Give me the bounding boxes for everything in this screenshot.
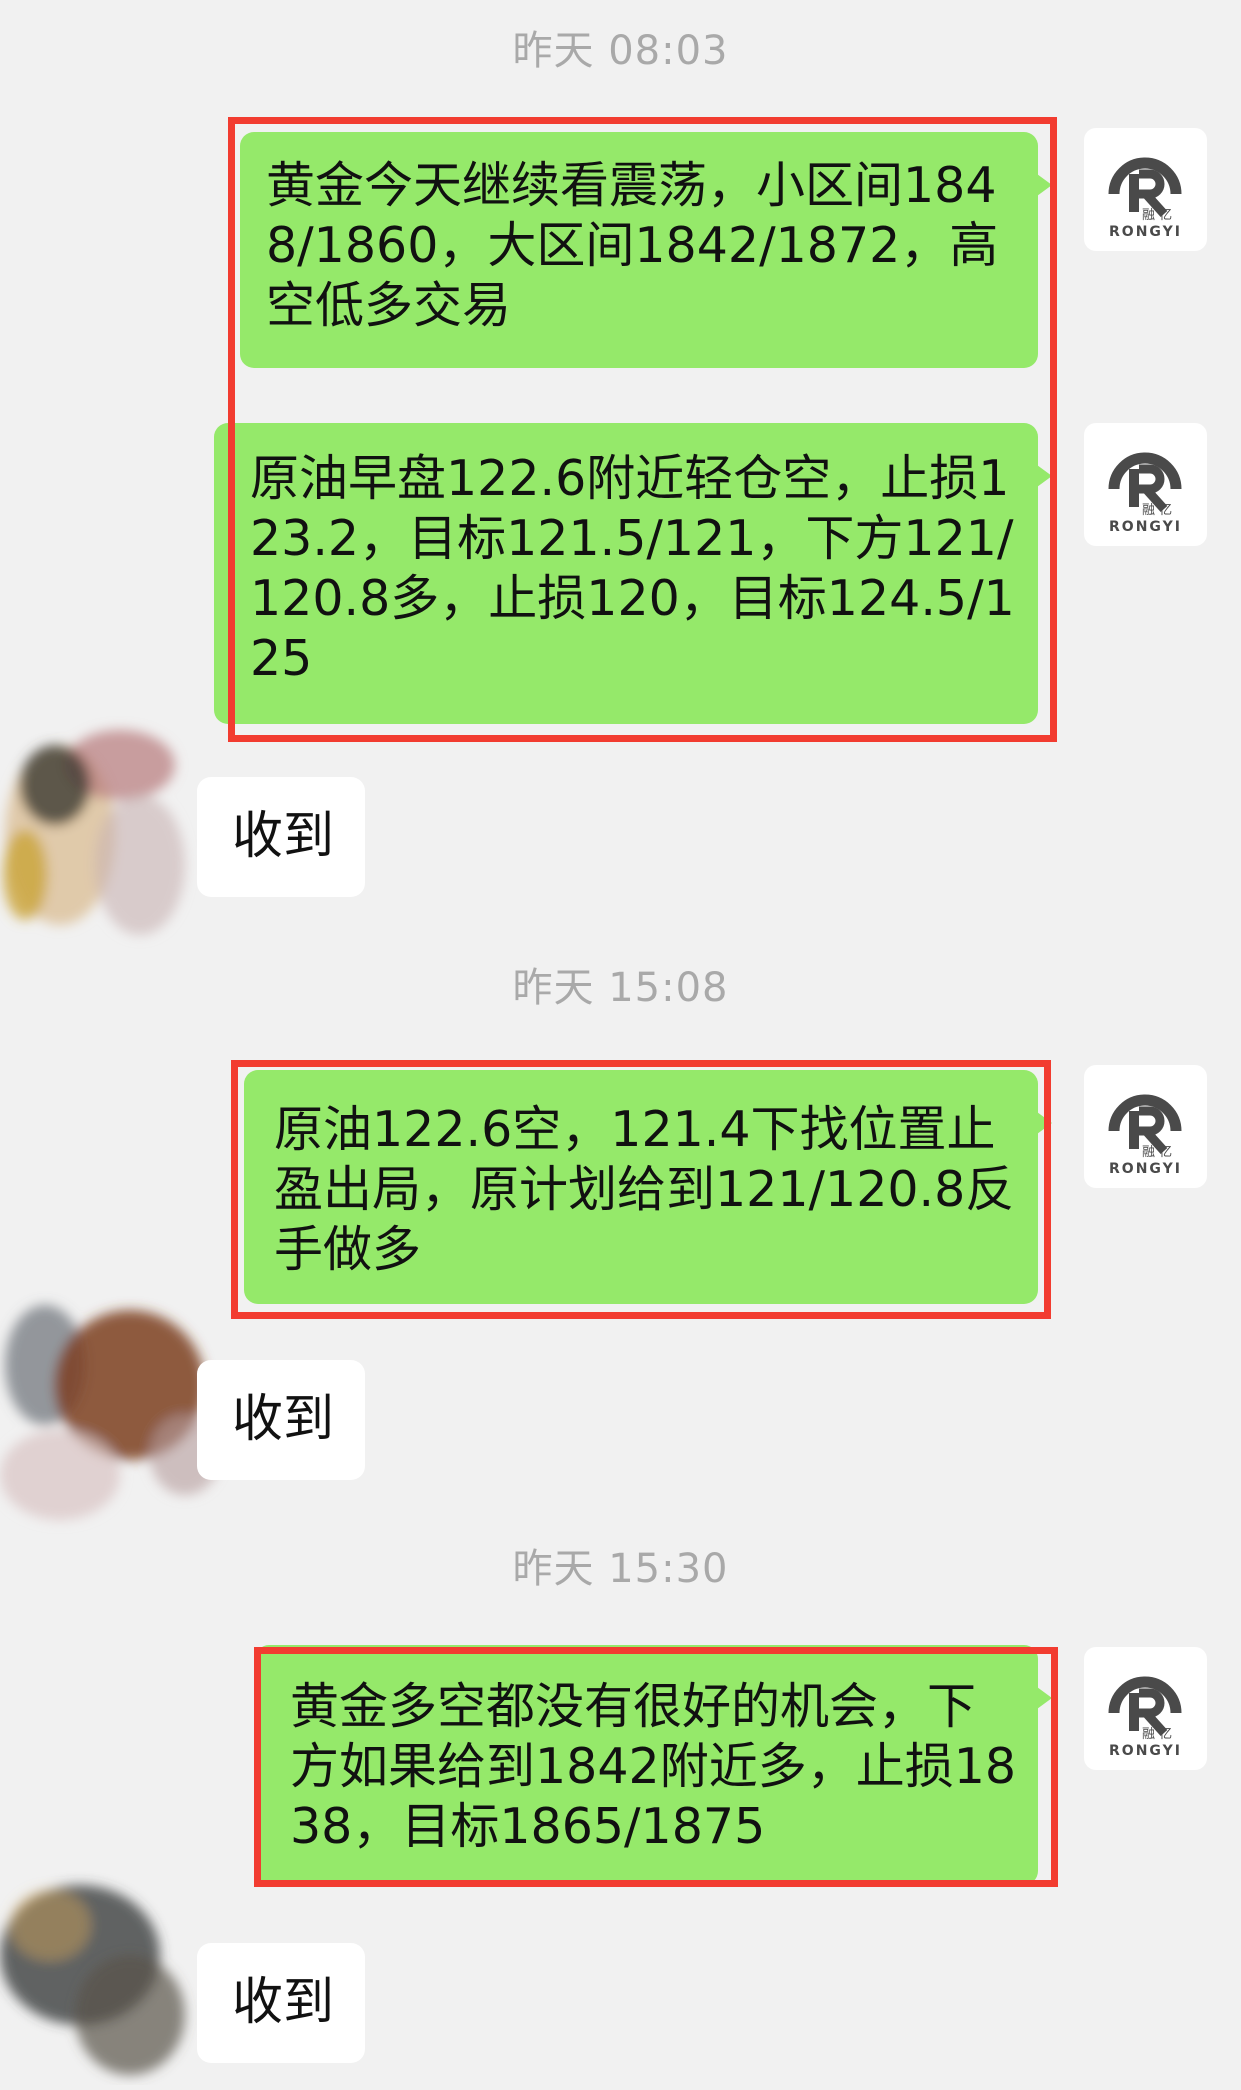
reply-text-1: 收到 — [231, 807, 334, 866]
timestamp-3: 昨天 15:30 — [512, 1546, 729, 1592]
message-text-2: 原油早盘122.6附近轻仓空，止损123.2，目标121.5/121，下方121… — [250, 450, 1015, 687]
sender-avatar-4[interactable]: 融 亿 RONGYI — [1084, 1647, 1207, 1770]
bubble-tail — [1037, 465, 1052, 487]
message-bubble-4[interactable]: 黄金多空都没有很好的机会，下方如果给到1842附近多，止损1838，目标1865… — [255, 1645, 1052, 1885]
reply-bubble-3[interactable]: 收到 — [197, 1943, 365, 2063]
message-text-1: 黄金今天继续看震荡，小区间1848/1860，大区间1842/1872，高空低多… — [266, 157, 999, 334]
svg-text:RONGYI: RONGYI — [1109, 1161, 1182, 1177]
reply-bubble-1[interactable]: 收到 — [197, 777, 365, 897]
svg-text:融 亿: 融 亿 — [1142, 1727, 1172, 1742]
sender-avatar-3[interactable]: 融 亿 RONGYI — [1084, 1065, 1207, 1188]
rongyi-logo-icon: 融 亿 RONGYI — [1108, 157, 1182, 240]
svg-text:融 亿: 融 亿 — [1142, 208, 1172, 223]
contact-avatar-1[interactable] — [0, 705, 200, 965]
bubble-tail — [1037, 1687, 1052, 1709]
svg-text:RONGYI: RONGYI — [1109, 224, 1182, 240]
contact-avatar-3[interactable] — [0, 1865, 200, 2085]
reply-text-3: 收到 — [231, 1973, 334, 2032]
rongyi-logo-icon: 融 亿 RONGYI — [1108, 1094, 1182, 1177]
rongyi-logo-icon: 融 亿 RONGYI — [1108, 1676, 1182, 1759]
svg-text:RONGYI: RONGYI — [1109, 519, 1182, 535]
message-text-3: 原油122.6空，121.4下找位置止盈出局，原计划给到121/120.8反手做… — [274, 1101, 1015, 1278]
message-bubble-2[interactable]: 原油早盘122.6附近轻仓空，止损123.2，目标121.5/121，下方121… — [214, 423, 1052, 724]
bubble-tail — [1037, 1112, 1052, 1134]
rongyi-logo-icon: 融 亿 RONGYI — [1108, 452, 1182, 535]
svg-text:RONGYI: RONGYI — [1109, 1743, 1182, 1759]
contact-avatar-2[interactable] — [0, 1285, 230, 1545]
svg-text:融 亿: 融 亿 — [1142, 1145, 1172, 1160]
reply-text-2: 收到 — [231, 1390, 334, 1449]
message-bubble-3[interactable]: 原油122.6空，121.4下找位置止盈出局，原计划给到121/120.8反手做… — [244, 1070, 1052, 1304]
bubble-tail — [1037, 174, 1052, 196]
reply-bubble-2[interactable]: 收到 — [197, 1360, 365, 1480]
timestamp-2: 昨天 15:08 — [512, 965, 729, 1011]
sender-avatar-2[interactable]: 融 亿 RONGYI — [1084, 423, 1207, 546]
message-bubble-1[interactable]: 黄金今天继续看震荡，小区间1848/1860，大区间1842/1872，高空低多… — [240, 132, 1052, 368]
sender-avatar-1[interactable]: 融 亿 RONGYI — [1084, 128, 1207, 251]
svg-text:融 亿: 融 亿 — [1142, 503, 1172, 518]
message-text-4: 黄金多空都没有很好的机会，下方如果给到1842附近多，止损1838，目标1865… — [290, 1678, 1017, 1855]
timestamp-1: 昨天 08:03 — [512, 28, 729, 74]
